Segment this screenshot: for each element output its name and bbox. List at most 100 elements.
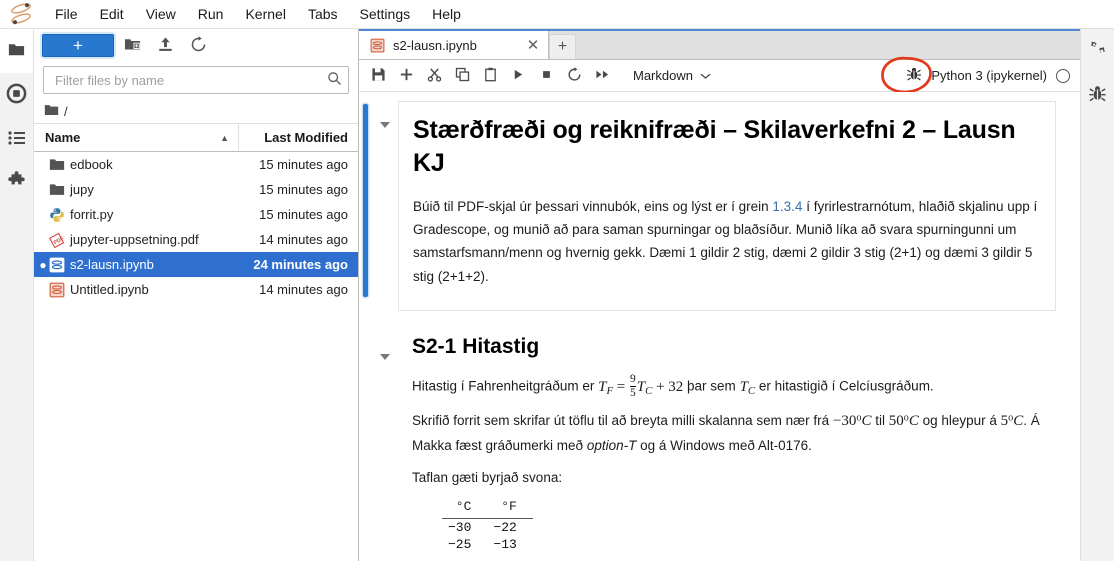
- running-dot: ●: [39, 257, 47, 272]
- table-header-row: °C °F: [442, 496, 533, 519]
- table-row: −25 −13: [442, 536, 533, 553]
- kernel-idle-indicator[interactable]: [1056, 68, 1070, 83]
- list-item[interactable]: ● edbook 15 minutes ago: [34, 152, 358, 177]
- running-circle-icon: [6, 83, 27, 107]
- scissors-icon: [427, 67, 442, 85]
- copy-button[interactable]: [449, 63, 476, 88]
- running-dot: ●: [38, 208, 48, 222]
- markdown-rendered-2: S2-1 Hitastig Hitastig í Fahrenheitgráðu…: [398, 332, 1056, 553]
- left-activity-bar: [0, 29, 34, 561]
- folder-icon: [48, 181, 65, 198]
- bug-icon: [1088, 84, 1107, 106]
- cut-button[interactable]: [421, 63, 448, 88]
- file-list-header: Name ▲ Last Modified: [34, 123, 358, 152]
- new-launcher-button[interactable]: +: [42, 34, 114, 57]
- option-t-emphasis: option-T: [586, 438, 637, 454]
- list-item[interactable]: ● Untitled.ipynb 14 minutes ago: [34, 277, 358, 302]
- file-filter-box[interactable]: [43, 66, 349, 94]
- refresh-icon: [190, 35, 207, 56]
- notebook-icon: [48, 256, 65, 273]
- tab-title: s2-lausn.ipynb: [393, 37, 477, 53]
- list-item[interactable]: ● jupy 15 minutes ago: [34, 177, 358, 202]
- menu-tabs[interactable]: Tabs: [297, 2, 349, 26]
- column-header-last-modified[interactable]: Last Modified: [239, 124, 358, 151]
- running-dot: ●: [38, 233, 48, 247]
- formula-text-b: þar sem: [683, 378, 740, 394]
- plus-icon: +: [73, 36, 83, 55]
- kernel-name-label[interactable]: Python 3 (ipykernel): [931, 68, 1047, 83]
- menu-help[interactable]: Help: [421, 2, 472, 26]
- play-icon: [511, 67, 526, 85]
- running-dot: ●: [38, 283, 48, 297]
- insert-cell-button[interactable]: [393, 63, 420, 88]
- tab-s2-lausn-notebook[interactable]: s2-lausn.ipynb ✕: [359, 31, 549, 59]
- refresh-button[interactable]: [183, 33, 213, 59]
- range-text-e: og á Windows með Alt-0176.: [636, 438, 812, 454]
- breadcrumb[interactable]: /: [34, 99, 358, 123]
- table-header-fahrenheit: °F: [487, 496, 533, 519]
- kernel-status-area: Python 3 (ipykernel): [881, 56, 1080, 94]
- sidebar-item-extensions[interactable]: [0, 161, 33, 205]
- close-icon[interactable]: ✕: [524, 36, 542, 54]
- sidebar-item-running[interactable]: [0, 73, 33, 117]
- menu-kernel[interactable]: Kernel: [234, 2, 296, 26]
- menu-item-list: File Edit View Run Kernel Tabs Settings …: [44, 2, 472, 26]
- section-link[interactable]: 1.3.4: [772, 199, 802, 214]
- file-browser-toolbar: +: [34, 29, 358, 62]
- file-name: jupyter-uppsetning.pdf: [70, 232, 199, 247]
- restart-run-all-button[interactable]: [589, 63, 616, 88]
- notebook-cell-2[interactable]: S2-1 Hitastig Hitastig í Fahrenheitgráðu…: [359, 332, 1080, 561]
- jupyterlab-window: File Edit View Run Kernel Tabs Settings …: [0, 0, 1114, 561]
- upload-icon: [157, 36, 174, 56]
- cell-collapser-1[interactable]: [372, 101, 398, 311]
- clipboard-icon: [483, 67, 498, 85]
- cell-type-value: Markdown: [633, 68, 693, 83]
- menu-run[interactable]: Run: [187, 2, 235, 26]
- list-item[interactable]: ● PDF jupyter-uppsetning.pdf 14 minutes …: [34, 227, 358, 252]
- menu-edit[interactable]: Edit: [89, 2, 135, 26]
- new-tab-button[interactable]: +: [549, 34, 576, 59]
- sidebar-item-property-inspector[interactable]: [1081, 29, 1114, 73]
- pdf-icon: PDF: [48, 231, 65, 248]
- file-name: Untitled.ipynb: [70, 282, 149, 297]
- run-button[interactable]: [505, 63, 532, 88]
- paste-button[interactable]: [477, 63, 504, 88]
- cell-collapser-2[interactable]: [372, 333, 398, 561]
- plus-icon: +: [557, 38, 568, 55]
- markdown-rendered-1: Stærðfræði og reiknifræði – Skilaverkefn…: [398, 101, 1056, 311]
- sidebar-item-debugger[interactable]: [1081, 73, 1114, 117]
- list-icon: [7, 128, 27, 151]
- upload-button[interactable]: [150, 33, 180, 59]
- new-folder-button[interactable]: [117, 33, 147, 59]
- running-dot: ●: [38, 158, 48, 172]
- column-header-name[interactable]: Name ▲: [34, 124, 239, 151]
- column-header-modified-label: Last Modified: [264, 130, 348, 145]
- interrupt-button[interactable]: [533, 63, 560, 88]
- file-name: s2-lausn.ipynb: [70, 257, 154, 272]
- cell-type-dropdown[interactable]: Markdown: [629, 66, 715, 85]
- restart-button[interactable]: [561, 63, 588, 88]
- file-modified: 15 minutes ago: [259, 207, 348, 222]
- bug-icon[interactable]: [906, 66, 922, 85]
- search-input[interactable]: [53, 71, 327, 89]
- plus-icon: [399, 67, 414, 85]
- save-button[interactable]: [365, 63, 392, 88]
- notebook-cell-1[interactable]: Stærðfræði og reiknifræði – Skilaverkefn…: [359, 101, 1080, 311]
- table-cell-celsius: −25: [448, 536, 472, 552]
- sidebar-item-file-browser[interactable]: [0, 29, 33, 73]
- menu-settings[interactable]: Settings: [349, 2, 422, 26]
- list-item[interactable]: ● forrit.py 15 minutes ago: [34, 202, 358, 227]
- table-cell-fahrenheit: −13: [493, 536, 517, 552]
- file-list: ● edbook 15 minutes ago ● jupy 15 minute…: [34, 152, 358, 561]
- sidebar-item-commands[interactable]: [0, 117, 33, 161]
- file-modified: 14 minutes ago: [259, 282, 348, 297]
- math-formula-2: TC: [739, 378, 756, 397]
- debugger-toggle-wrapper: [881, 56, 933, 94]
- menu-file[interactable]: File: [44, 2, 89, 26]
- puzzle-icon: [6, 171, 27, 195]
- menu-view[interactable]: View: [135, 2, 187, 26]
- list-item-selected[interactable]: ● s2-lausn.ipynb 24 minutes ago: [34, 252, 358, 277]
- jupyter-logo-icon: [6, 1, 36, 27]
- math-formula-1: TF = 9 5 TC + 32: [598, 373, 684, 399]
- intro-paragraph-pre: Búið til PDF-skjal úr þessari vinnubók, …: [413, 199, 773, 214]
